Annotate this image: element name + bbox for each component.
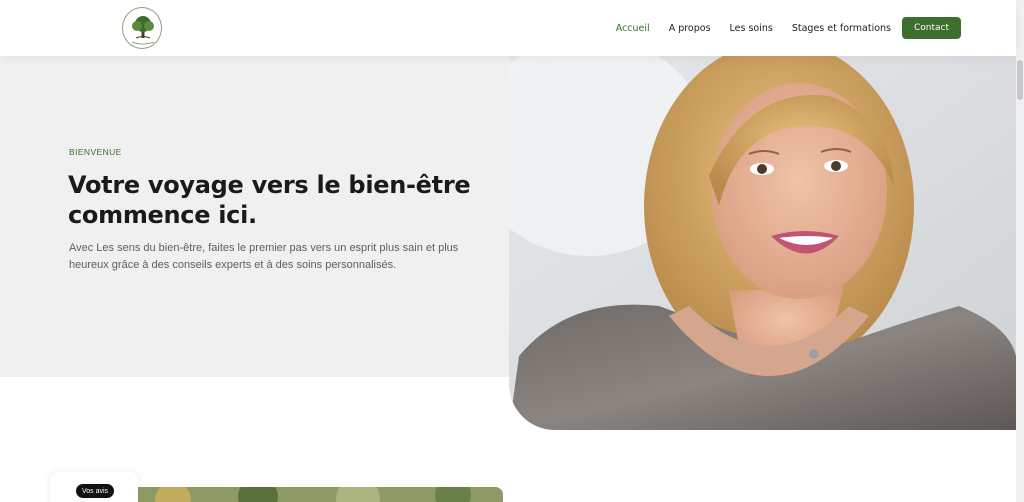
contact-button[interactable]: Contact [902,17,961,39]
hero-description: Avec Les sens du bien-être, faites le pr… [69,242,459,271]
main-navigation: Accueil A propos Les soins Stages et for… [597,17,961,39]
hero-portrait-image [509,56,1016,430]
hero-title: Votre voyage vers le bien-être commence … [68,171,471,229]
nav-item-accueil[interactable]: Accueil [616,23,650,34]
nav-item-stages-formations[interactable]: Stages et formations [792,23,891,34]
nav-item-a-propos[interactable]: A propos [669,23,711,34]
scrollbar-thumb[interactable] [1017,60,1023,100]
page-scrollbar[interactable] [1016,0,1024,502]
reviews-badge[interactable]: Vos avis [76,484,114,498]
hero-eyebrow: BIENVENUE [69,147,122,157]
tree-of-life-logo-icon[interactable] [122,7,162,49]
nav-item-les-soins[interactable]: Les soins [730,23,773,34]
section-preview-image [138,487,503,502]
site-header: Accueil A propos Les soins Stages et for… [0,0,1016,56]
